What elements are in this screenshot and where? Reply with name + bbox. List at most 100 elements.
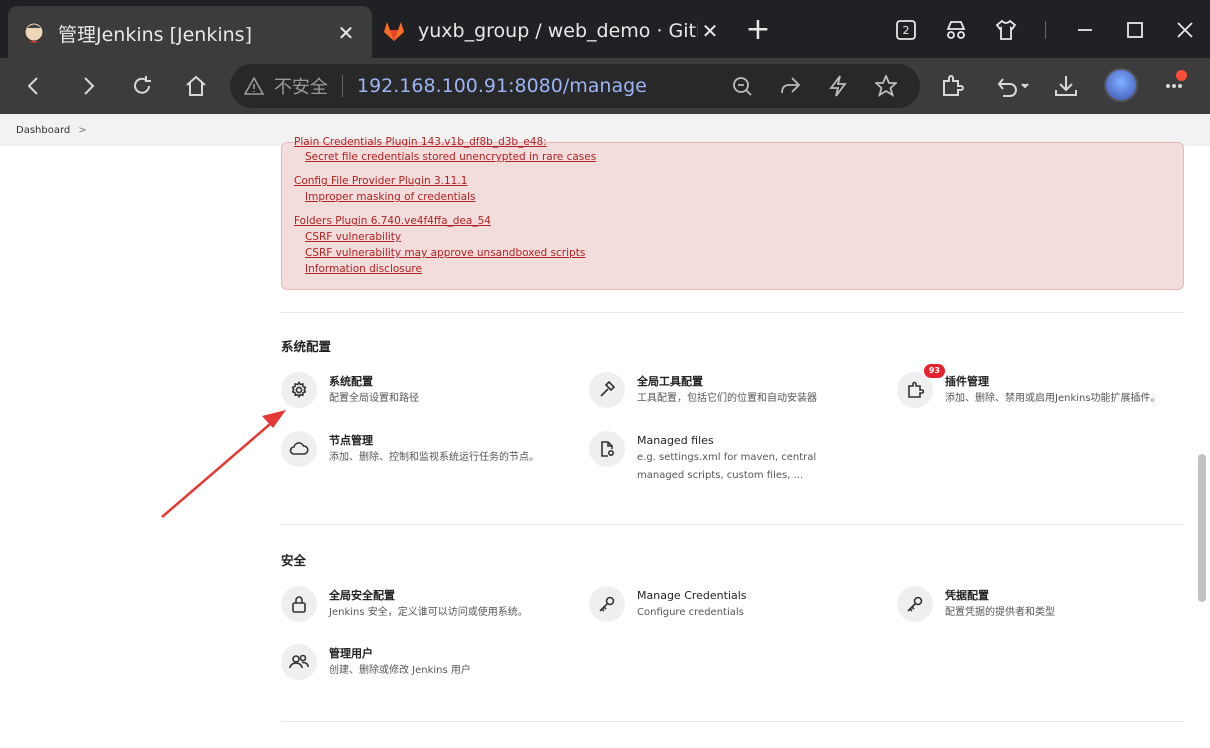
lock-icon — [292, 596, 306, 613]
reload-icon — [134, 76, 151, 94]
tab-title: yuxb_group / web_demo · GitLab — [418, 20, 698, 42]
item-title: 管理用户 — [329, 647, 373, 660]
manage-credentials-item[interactable]: Manage Credentials Configure credentials — [589, 586, 889, 622]
item-title: 系统配置 — [329, 375, 373, 388]
warning-issue-link[interactable]: CSRF vulnerability may approve unsandbox… — [294, 245, 1183, 261]
global-tool-config-item[interactable]: 全局工具配置 工具配置，包括它们的位置和自动安装器 — [589, 372, 889, 408]
system-config-item[interactable]: 系统配置 配置全局设置和路径 — [281, 372, 581, 408]
minimize-button[interactable] — [1060, 10, 1110, 50]
cloud-icon — [289, 442, 309, 455]
manage-users-item[interactable]: 管理用户 创建、删除或修改 Jenkins 用户 — [281, 644, 581, 680]
bookmark-button[interactable] — [862, 68, 910, 104]
item-description: 添加、删除、禁用或启用Jenkins功能扩展插件。 — [945, 393, 1161, 404]
maximize-button[interactable] — [1110, 10, 1160, 50]
warning-issue-link[interactable]: Information disclosure — [294, 261, 1183, 277]
tab-close-icon[interactable]: ✕ — [334, 21, 358, 45]
node-manager-item[interactable]: 节点管理 添加、删除、控制和监视系统运行任务的节点。 — [281, 431, 581, 467]
warning-group: Secret file credentials stored unencrypt… — [294, 149, 1183, 165]
managed-files-item[interactable]: Managed files e.g. settings.xml for mave… — [589, 431, 889, 485]
warning-group: Config File Provider Plugin 3.11.1 Impro… — [294, 173, 1183, 205]
browser-toolbar: 不安全 192.168.100.91:8080/manage — [0, 58, 1210, 114]
forward-button[interactable] — [70, 68, 106, 104]
item-description: e.g. settings.xml for maven, central man… — [637, 452, 817, 481]
breadcrumb-chevron-icon[interactable]: > — [78, 125, 86, 136]
omnibox-actions — [718, 68, 910, 104]
tab-jenkins[interactable]: 管理Jenkins [Jenkins] ✕ — [8, 6, 372, 60]
close-window-button[interactable] — [1160, 10, 1210, 50]
page-scrollbar[interactable] — [1198, 454, 1206, 602]
breadcrumb-dashboard[interactable]: Dashboard — [16, 125, 70, 136]
gear-icon-wrapper — [281, 372, 317, 408]
url-text[interactable]: 192.168.100.91:8080/manage — [357, 75, 647, 97]
tab-strip: 管理Jenkins [Jenkins] ✕ yuxb_group / web_d… — [0, 0, 1210, 60]
security-warning-box: Plain Credentials Plugin 143.v1b_df8b_d3… — [281, 136, 1184, 290]
users-icon-wrapper — [281, 644, 317, 680]
warning-icon — [244, 77, 264, 95]
item-text: 插件管理 添加、删除、禁用或启用Jenkins功能扩展插件。 — [945, 374, 1161, 408]
puzzle-icon — [908, 381, 924, 398]
item-text: 全局工具配置 工具配置，包括它们的位置和自动安装器 — [637, 374, 817, 408]
star-icon — [875, 75, 897, 97]
lightning-icon — [829, 75, 847, 97]
puzzle-icon-wrapper: 93 — [897, 364, 945, 408]
item-title: 凭据配置 — [945, 589, 989, 602]
item-description: 配置凭据的提供者和类型 — [945, 607, 1055, 618]
gitlab-favicon-icon — [384, 22, 404, 41]
section-divider — [281, 312, 1184, 313]
warning-issue-link[interactable]: Improper masking of credentials — [294, 189, 1183, 205]
address-bar[interactable]: 不安全 192.168.100.91:8080/manage — [230, 64, 920, 108]
section-title-system: 系统配置 — [281, 339, 332, 354]
tab-count-button[interactable]: 2 — [881, 10, 931, 50]
download-icon — [1055, 76, 1077, 96]
item-description: 工具配置，包括它们的位置和自动安装器 — [637, 393, 817, 404]
hammer-icon — [600, 381, 616, 397]
forward-arrow-icon — [84, 77, 95, 95]
lock-icon-wrapper — [281, 586, 317, 622]
extension-puzzle-icon — [943, 75, 964, 96]
incognito-button[interactable] — [931, 10, 981, 50]
share-button[interactable] — [766, 68, 814, 104]
zoom-out-icon — [733, 77, 752, 96]
item-description: 添加、删除、控制和监视系统运行任务的节点。 — [329, 452, 539, 463]
key-icon — [599, 596, 615, 612]
warning-issue-link[interactable]: CSRF vulnerability — [294, 229, 1183, 245]
item-text: 凭据配置 配置凭据的提供者和类型 — [945, 588, 1055, 622]
warning-plugin-link[interactable]: Folders Plugin 6.740.ve4f4ffa_dea_54 — [294, 213, 1183, 229]
tab-gitlab[interactable]: yuxb_group / web_demo · GitLab ✕ — [372, 6, 732, 56]
plugin-manager-item[interactable]: 93 插件管理 添加、删除、禁用或启用Jenkins功能扩展插件。 — [897, 364, 1197, 408]
extensions-button[interactable] — [934, 68, 970, 104]
warning-issue-link[interactable]: Secret file credentials stored unencrypt… — [294, 149, 1183, 165]
item-title: 节点管理 — [329, 434, 373, 447]
maximize-icon — [1127, 22, 1143, 38]
warning-plugin-link[interactable]: Plain Credentials Plugin 143.v1b_df8b_d3… — [294, 134, 547, 150]
item-title: 全局安全配置 — [329, 589, 395, 602]
cloud-icon-wrapper — [281, 431, 317, 467]
separator — [342, 75, 343, 97]
zoom-button[interactable] — [718, 68, 766, 104]
gear-icon — [291, 381, 307, 399]
warning-group: Folders Plugin 6.740.ve4f4ffa_dea_54 CSR… — [294, 213, 1183, 277]
back-button[interactable] — [16, 68, 52, 104]
undo-button[interactable] — [992, 68, 1036, 104]
home-button[interactable] — [178, 68, 214, 104]
warning-plugin-link[interactable]: Config File Provider Plugin 3.11.1 — [294, 173, 1183, 189]
credential-config-item[interactable]: 凭据配置 配置凭据的提供者和类型 — [897, 586, 1197, 622]
share-icon — [781, 77, 801, 94]
speed-button[interactable] — [814, 68, 862, 104]
item-text: Manage Credentials Configure credentials — [637, 588, 747, 622]
profile-avatar[interactable] — [1104, 68, 1138, 102]
section-divider — [281, 721, 1184, 722]
file-gear-icon — [601, 441, 615, 457]
item-text: Managed files e.g. settings.xml for mave… — [637, 433, 857, 485]
section-title-security: 安全 — [281, 553, 307, 568]
new-tab-button[interactable]: + — [742, 14, 774, 46]
reload-button[interactable] — [124, 68, 160, 104]
notification-dot — [1176, 70, 1187, 81]
theme-button[interactable] — [981, 10, 1031, 50]
global-security-item[interactable]: 全局安全配置 Jenkins 安全，定义谁可以访问或使用系统。 — [281, 586, 581, 622]
window-controls: 2 — [881, 10, 1210, 50]
security-label: 不安全 — [274, 77, 328, 98]
download-button[interactable] — [1048, 68, 1084, 104]
tab-close-icon[interactable]: ✕ — [698, 19, 722, 43]
close-icon — [1177, 22, 1193, 38]
